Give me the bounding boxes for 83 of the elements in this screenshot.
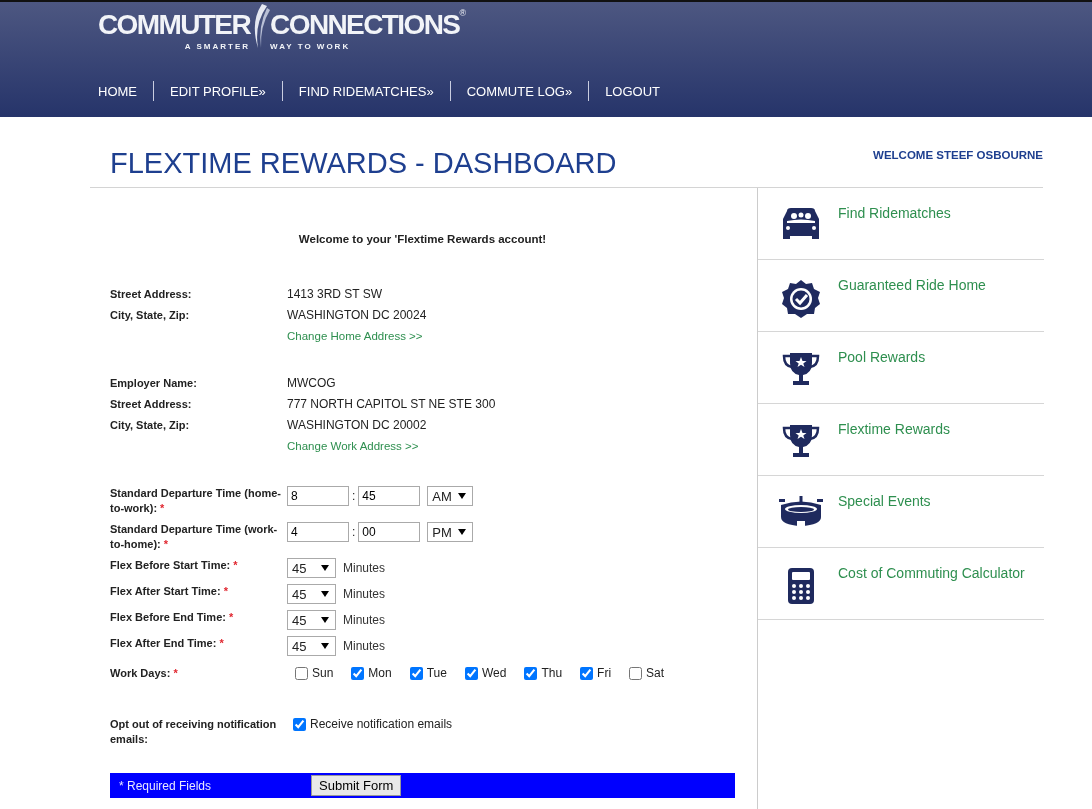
nav-link[interactable]: HOME <box>98 83 137 99</box>
logo-tagline: WAY TO WORK <box>270 42 351 51</box>
notification-checkbox[interactable] <box>293 717 306 731</box>
welcome-user: WELCOME STEEF OSBOURNE <box>873 149 1043 163</box>
logo-text: CONNECTIONS <box>270 8 460 42</box>
sidebar-link[interactable]: Guaranteed Ride Home <box>838 277 986 331</box>
unit-label: Minutes <box>343 561 386 575</box>
sidebar-link[interactable]: Pool Rewards <box>838 349 926 403</box>
field-label: Work Days: * <box>110 666 179 681</box>
day-checkbox[interactable] <box>524 666 538 680</box>
day-checkbox[interactable] <box>629 666 643 680</box>
field-label: Street Address: <box>110 397 193 412</box>
time-separator: : <box>352 525 356 539</box>
car-icon <box>781 207 821 241</box>
day-label: Sun <box>312 666 334 680</box>
sidebar-link[interactable]: Find Ridematches <box>838 205 951 259</box>
registered-mark: ® <box>459 8 466 18</box>
change-address-link[interactable]: Change Home Address >> <box>287 329 735 344</box>
field-label: Flex Before End Time: * <box>110 610 235 625</box>
logo-tagline: A SMARTER <box>184 42 251 51</box>
sidebar-link[interactable]: Flextime Rewards <box>838 421 951 475</box>
field-label: Employer Name: <box>110 376 198 391</box>
field-label: Flex Before Start Time: * <box>110 558 239 573</box>
checkbox-label: Receive notification emails <box>310 717 453 731</box>
field-value: 1413 3RD ST SW <box>287 287 384 302</box>
day-label: Fri <box>597 666 612 680</box>
field-label: Flex After End Time: * <box>110 636 225 651</box>
minutes-select[interactable]: 45 <box>287 636 336 656</box>
hour-field[interactable]: 4 <box>287 522 349 542</box>
caret-icon <box>321 565 329 571</box>
caret-icon <box>457 529 466 535</box>
minutes-select[interactable]: 45 <box>287 558 336 578</box>
change-address-link[interactable]: Change Work Address >> <box>287 439 735 454</box>
hour-field[interactable]: 8 <box>287 486 349 506</box>
logo-text: COMMUTER <box>98 8 251 42</box>
checkmark-badge-icon <box>781 279 821 319</box>
field-value: 777 NORTH CAPITOL ST NE STE 300 <box>287 397 497 412</box>
field-label: Standard Departure Time (home-to-work): * <box>110 486 282 516</box>
caret-icon <box>321 591 329 597</box>
field-label: Standard Departure Time (work-to-home): * <box>110 522 279 552</box>
intro-text: Welcome to your 'Flextime Rewards account! <box>297 233 548 245</box>
unit-label: Minutes <box>343 587 386 601</box>
period-select[interactable]: PM <box>427 522 473 542</box>
day-checkbox[interactable] <box>351 666 365 680</box>
nav-link[interactable]: FIND RIDEMATCHES» <box>298 83 434 99</box>
caret-icon <box>457 493 466 499</box>
day-label: Sat <box>646 666 665 680</box>
field-value: WASHINGTON DC 20024 <box>287 308 428 323</box>
unit-label: Minutes <box>343 613 386 627</box>
day-checkbox[interactable] <box>580 666 594 680</box>
required-note: * Required Fields <box>119 778 213 793</box>
page-title: FLEXTIME REWARDS - DASHBOARD <box>110 147 617 181</box>
minutes-select[interactable]: 45 <box>287 584 336 604</box>
calculator-icon <box>787 567 815 605</box>
minute-field[interactable]: 45 <box>358 486 421 506</box>
caret-icon <box>321 617 329 623</box>
day-label: Wed <box>481 666 507 680</box>
nav-link[interactable]: COMMUTE LOG» <box>466 83 573 99</box>
field-label: City, State, Zip: <box>110 308 191 323</box>
day-checkbox[interactable] <box>295 666 308 680</box>
day-label: Thu <box>541 666 563 680</box>
unit-label: Minutes <box>343 639 386 653</box>
sidebar-link[interactable]: Cost of Commuting Calculator <box>838 565 1025 619</box>
field-label: Flex After Start Time: * <box>110 584 229 599</box>
field-label: Street Address: <box>110 287 193 302</box>
field-value: WASHINGTON DC 20002 <box>287 418 428 433</box>
field-label: Opt out of receiving notification emails: <box>110 717 278 747</box>
period-select[interactable]: AM <box>427 486 473 506</box>
nav-link[interactable]: LOGOUT <box>605 83 661 99</box>
day-label: Tue <box>426 666 447 680</box>
caret-icon <box>321 643 329 649</box>
day-label: Mon <box>368 666 392 680</box>
field-label: City, State, Zip: <box>110 418 191 433</box>
nav-link[interactable]: EDIT PROFILE» <box>170 83 266 99</box>
minutes-select[interactable]: 45 <box>287 610 336 630</box>
minute-field[interactable]: 00 <box>358 522 421 542</box>
time-separator: : <box>352 489 356 503</box>
stadium-icon <box>778 495 824 529</box>
submit-button[interactable]: Submit Form <box>311 775 402 796</box>
field-value: MWCOG <box>287 376 337 391</box>
day-checkbox[interactable] <box>409 666 423 680</box>
day-checkbox[interactable] <box>464 666 478 680</box>
sidebar-link[interactable]: Special Events <box>838 493 931 547</box>
